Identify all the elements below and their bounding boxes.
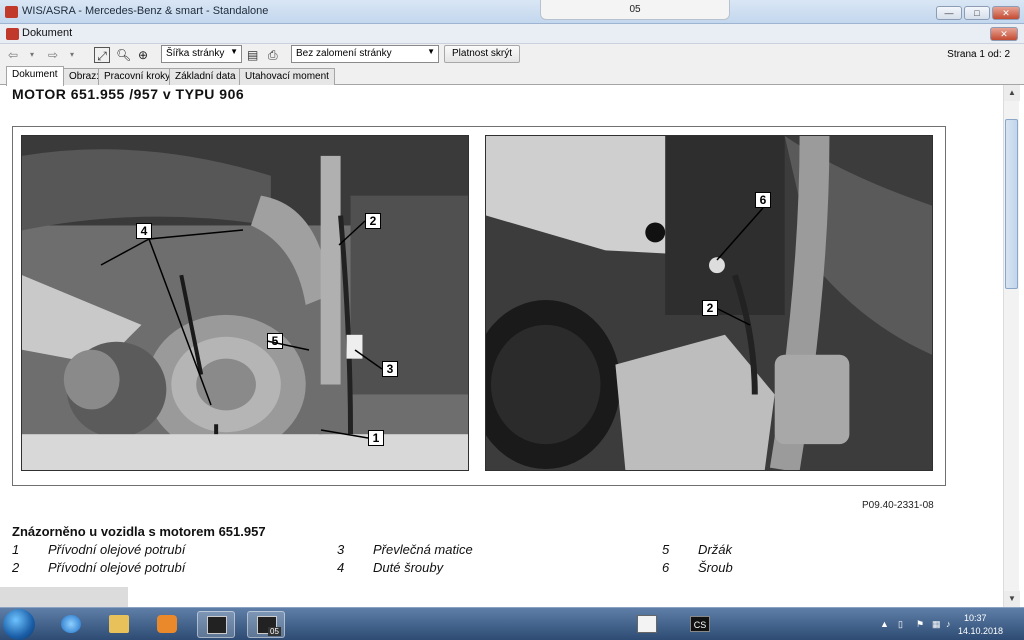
legend-num-5: 5 <box>662 542 670 557</box>
callout-5: 5 <box>267 333 283 349</box>
engine-photo-left <box>21 135 469 471</box>
document-content: MOTOR 651.955 /957 v TYPU 906 4 2 5 3 1 … <box>0 85 1003 607</box>
tab-pracovni-kroky[interactable]: Pracovní kroky <box>98 68 177 85</box>
legend-text-3: Převlečná matice <box>373 542 473 557</box>
callout-4: 4 <box>136 223 152 239</box>
page-view-icon[interactable]: ▤ <box>247 47 258 63</box>
page-label: Strana <box>947 49 977 60</box>
vertical-scrollbar[interactable]: ▲ ▼ <box>1003 85 1020 607</box>
forward-dropdown-icon[interactable]: ▾ <box>70 47 74 63</box>
back-dropdown-icon[interactable]: ▾ <box>30 47 34 63</box>
scrollbar-thumb[interactable] <box>1005 119 1018 289</box>
chevron-down-icon: ▼ <box>230 47 238 56</box>
tab-zakladni-data[interactable]: Základní data <box>169 68 242 85</box>
window-title: WIS/ASRA - Mercedes-Benz & smart - Stand… <box>22 5 269 17</box>
print-icon[interactable]: ⎙ <box>268 47 278 63</box>
toolbar: ⇦ ▾ ⇨ ▾ ⤢ 🔍︎ ⊕ Šířka stránky ▼ ▤ ⎙ Bez z… <box>0 44 1024 66</box>
taskbar-wis-app-2[interactable]: 05 <box>247 611 285 638</box>
taskbar: 05 CS ▲ ▯ ⚑ ▦ ♪ 10:37 14.10.2018 <box>0 607 1024 640</box>
horizontal-scroll-stub[interactable] <box>0 587 128 607</box>
window-titlebar: WIS/ASRA - Mercedes-Benz & smart - Stand… <box>0 0 1024 24</box>
taskbar-wis-app[interactable] <box>197 611 235 638</box>
page-total: 2 <box>1004 49 1010 60</box>
clock-time[interactable]: 10:37 <box>964 613 987 623</box>
tray-volume-icon[interactable]: ♪ <box>946 619 951 629</box>
caption-title: Znázorněno u vozidla s motorem 651.957 <box>12 524 266 539</box>
taskbar-media[interactable] <box>148 611 186 638</box>
zoom-in-icon[interactable]: ⊕ <box>138 47 148 63</box>
page-title: MOTOR 651.955 /957 v TYPU 906 <box>12 86 245 102</box>
fit-icon[interactable]: ⤢ <box>94 47 110 63</box>
legend-text-4: Duté šrouby <box>373 560 444 575</box>
scroll-up-icon[interactable]: ▲ <box>1004 85 1020 101</box>
document-titlebar: Dokument ✕ <box>0 24 1024 44</box>
legend-num-3: 3 <box>337 542 345 557</box>
legend-num-2: 2 <box>12 560 20 575</box>
callout-2-left: 2 <box>365 213 381 229</box>
taskbar-explorer[interactable] <box>100 611 138 638</box>
document-icon <box>6 28 19 40</box>
taskbar-badge: 05 <box>268 627 281 636</box>
tray-flag-icon[interactable]: ⚑ <box>916 619 924 630</box>
taskbar-notes[interactable] <box>628 611 666 638</box>
forward-icon[interactable]: ⇨ <box>48 47 58 63</box>
minimize-button[interactable]: — <box>936 6 962 20</box>
chevron-down-icon: ▼ <box>427 47 435 56</box>
legend-num-6: 6 <box>662 560 670 575</box>
engine-photo-left-graphic <box>22 136 468 470</box>
callout-1: 1 <box>368 430 384 446</box>
close-button[interactable]: ✕ <box>992 6 1020 20</box>
scroll-down-icon[interactable]: ▼ <box>1004 591 1020 607</box>
start-button[interactable] <box>3 609 35 640</box>
notes-icon <box>637 615 657 633</box>
page-of-label: od: <box>987 49 1002 60</box>
tray-up-arrow-icon[interactable]: ▲ <box>880 619 889 629</box>
app-icon <box>5 6 18 18</box>
tab-bar: Dokument Obraz: Pracovní kroky Základní … <box>0 66 1024 86</box>
tab-utahovaci-moment[interactable]: Utahovací moment <box>239 68 335 85</box>
figure-frame: 4 2 5 3 1 6 2 <box>12 126 946 486</box>
callout-2-right: 2 <box>702 300 718 316</box>
zoom-select[interactable]: Šířka stránky ▼ <box>161 45 242 63</box>
legend-text-5: Držák <box>698 542 732 557</box>
center-tab[interactable]: 05 <box>540 0 730 20</box>
zoom-select-value: Šířka stránky <box>166 48 225 59</box>
page-indicator: Strana 1 od: 2 <box>947 49 1010 60</box>
browser-icon <box>61 615 81 633</box>
document-title: Dokument <box>22 27 73 39</box>
page-current: 1 <box>979 49 985 60</box>
maximize-button[interactable]: □ <box>964 6 990 20</box>
legend-text-6: Šroub <box>698 560 733 575</box>
callout-6: 6 <box>755 192 771 208</box>
tray-network-icon[interactable]: ▦ <box>932 619 941 630</box>
back-icon[interactable]: ⇦ <box>8 47 18 63</box>
clock-date[interactable]: 14.10.2018 <box>958 626 1003 636</box>
hide-validity-button[interactable]: Platnost skrýt <box>444 45 521 63</box>
legend-text-2: Přívodní olejové potrubí <box>48 560 186 575</box>
tray-app-badge[interactable]: CS <box>690 616 710 632</box>
wis-app-icon <box>207 616 227 634</box>
legend-text-1: Přívodní olejové potrubí <box>48 542 186 557</box>
folder-icon <box>109 615 129 633</box>
page-break-select-value: Bez zalomení stránky <box>296 48 392 59</box>
figure-reference: P09.40-2331-08 <box>862 500 934 511</box>
zoom-out-icon[interactable]: 🔍︎ <box>116 47 131 63</box>
callout-3: 3 <box>382 361 398 377</box>
tray-device-icon[interactable]: ▯ <box>898 619 903 630</box>
page-break-select[interactable]: Bez zalomení stránky ▼ <box>291 45 439 63</box>
document-close-button[interactable]: ✕ <box>990 27 1018 41</box>
taskbar-browser[interactable] <box>52 611 90 638</box>
legend-num-4: 4 <box>337 560 345 575</box>
tab-dokument[interactable]: Dokument <box>6 66 64 86</box>
media-icon <box>157 615 177 633</box>
legend-num-1: 1 <box>12 542 20 557</box>
